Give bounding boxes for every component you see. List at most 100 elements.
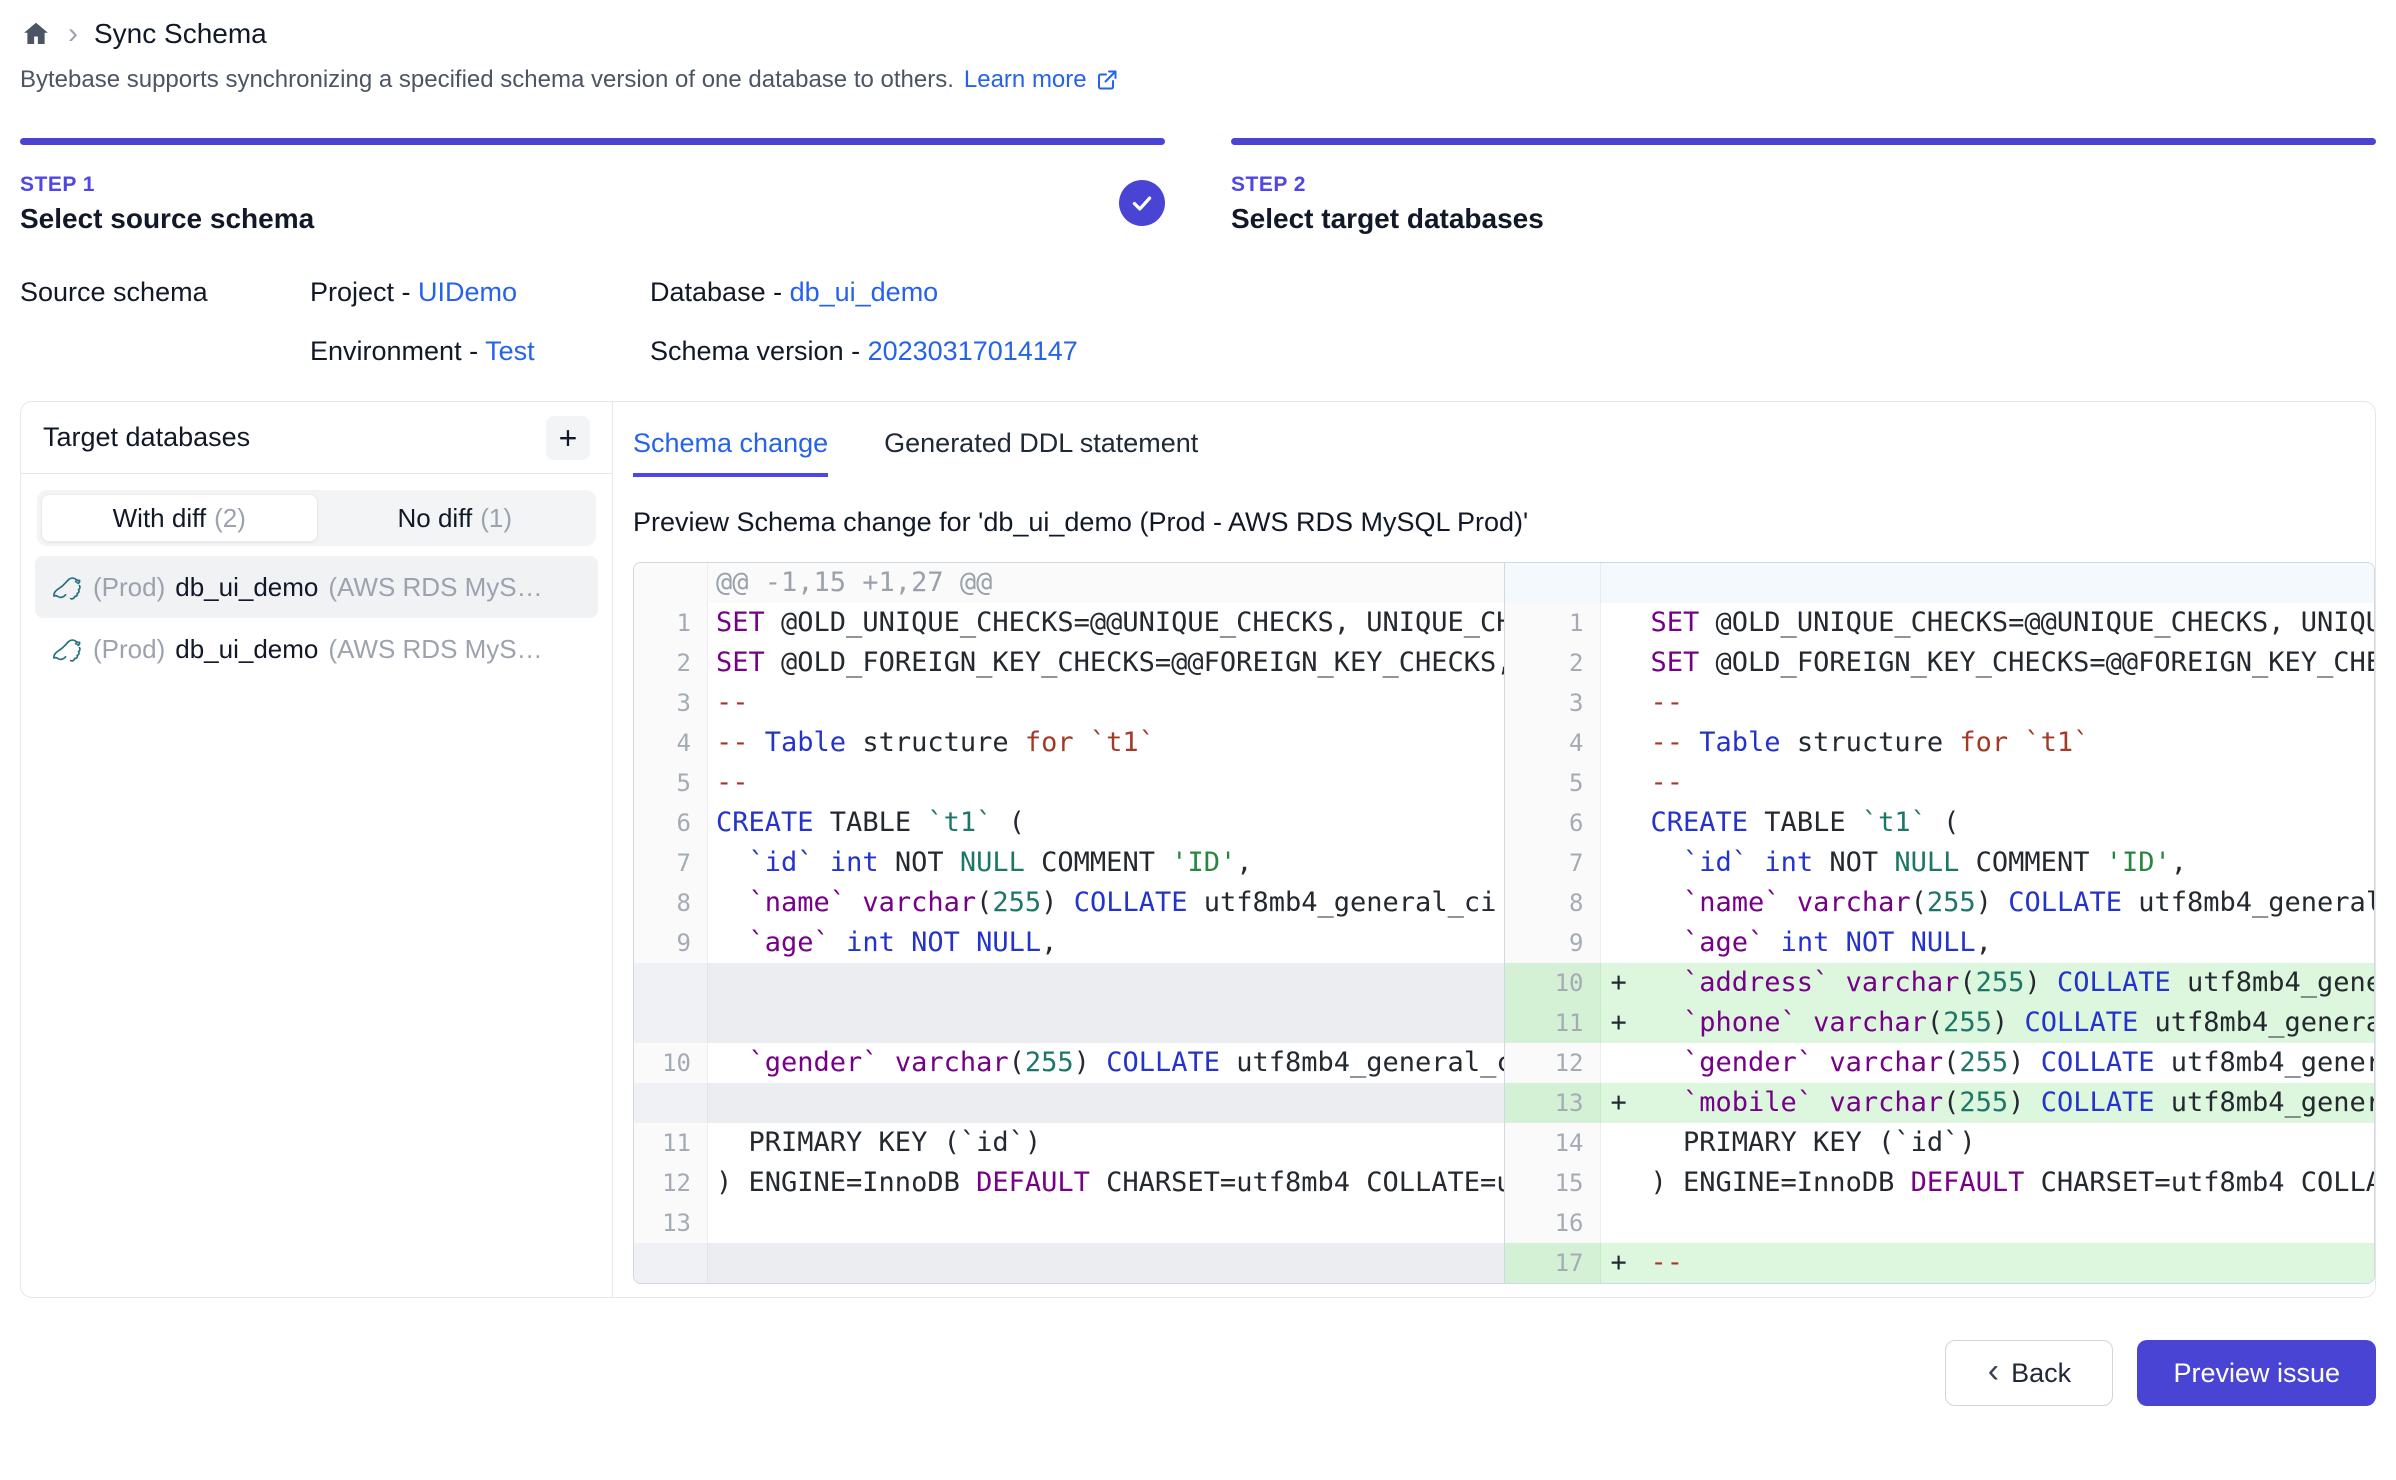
diff-add-marker: + — [1601, 1083, 1643, 1123]
line-number: 5 — [1505, 763, 1601, 803]
diff-row-source: 11 PRIMARY KEY (`id`) — [634, 1123, 1504, 1163]
code-line: `name` varchar(255) COLLATE utf8mb4_gene… — [1643, 883, 2375, 923]
source-schema-summary: Source schema Project - UIDemo Database … — [20, 277, 2376, 367]
database-name: db_ui_demo — [175, 572, 318, 603]
line-number: 9 — [1505, 923, 1601, 963]
page-description: Bytebase supports synchronizing a specif… — [20, 66, 2376, 94]
diff-row-target: 17+-- — [1505, 1243, 2375, 1283]
database-name: db_ui_demo — [175, 634, 318, 665]
target-database-item[interactable]: (Prod) db_ui_demo (AWS RDS MyS… — [35, 618, 598, 680]
source-field-environment: Environment - Test — [310, 336, 650, 367]
line-number: 11 — [634, 1123, 708, 1163]
diff-add-marker — [1601, 803, 1643, 843]
diff-pane-target: 1 SET @OLD_UNIQUE_CHECKS=@@UNIQUE_CHECKS,… — [1505, 563, 2375, 1283]
code-line: `age` int NOT NULL, — [1643, 923, 2375, 963]
line-number: 16 — [1505, 1203, 1601, 1243]
line-number — [1505, 563, 1601, 603]
line-number: 8 — [1505, 883, 1601, 923]
diff-row-source: 12) ENGINE=InnoDB DEFAULT CHARSET=utf8mb… — [634, 1163, 1504, 1203]
code-line: CREATE TABLE `t1` ( — [708, 803, 1504, 843]
line-number: 6 — [1505, 803, 1601, 843]
learn-more-link[interactable]: Learn more — [964, 66, 1119, 94]
diff-add-marker — [1601, 723, 1643, 763]
line-number: 4 — [634, 723, 708, 763]
step-2-title: Select target databases — [1231, 203, 2376, 235]
code-line: `id` int NOT NULL COMMENT 'ID', — [1643, 843, 2375, 883]
diff-row-target: 15) ENGINE=InnoDB DEFAULT CHARSET=utf8mb… — [1505, 1163, 2375, 1203]
diff-add-marker — [1601, 923, 1643, 963]
code-line: ) ENGINE=InnoDB DEFAULT CHARSET=utf8mb4 … — [1643, 1163, 2375, 1203]
preview-issue-button[interactable]: Preview issue — [2137, 1340, 2376, 1406]
breadcrumb: › Sync Schema — [20, 12, 2376, 56]
line-number: 1 — [1505, 603, 1601, 643]
code-line — [708, 1083, 1504, 1123]
line-number: 1 — [634, 603, 708, 643]
page-title: Sync Schema — [94, 18, 267, 50]
diff-row-source: 10 `gender` varchar(255) COLLATE utf8mb4… — [634, 1043, 1504, 1083]
line-number: 2 — [634, 643, 708, 683]
diff-row-target: 16 — [1505, 1203, 2375, 1243]
diff-row-target: 11+ `phone` varchar(255) COLLATE utf8mb4… — [1505, 1003, 2375, 1043]
target-database-item[interactable]: (Prod) db_ui_demo (AWS RDS MyS… — [35, 556, 598, 618]
add-target-database-button[interactable]: + — [546, 416, 590, 460]
schema-version-link[interactable]: 20230317014147 — [868, 336, 1078, 366]
diff-row-target: 8 `name` varchar(255) COLLATE utf8mb4_ge… — [1505, 883, 2375, 923]
stepper: STEP 1 Select source schema STEP 2 Selec… — [20, 138, 2376, 235]
line-number: 7 — [634, 843, 708, 883]
line-number: 11 — [1505, 1003, 1601, 1043]
footer-actions: ‹ Back Preview issue — [20, 1340, 2376, 1406]
tab-generated-ddl[interactable]: Generated DDL statement — [884, 428, 1198, 477]
source-field-project: Project - UIDemo — [310, 277, 650, 308]
code-line: CREATE TABLE `t1` ( — [1643, 803, 2375, 843]
target-databases-header: Target databases + — [21, 402, 612, 474]
step-1-label: STEP 1 — [20, 173, 1165, 197]
code-line: SET @OLD_UNIQUE_CHECKS=@@UNIQUE_CHECKS, … — [1643, 603, 2375, 643]
diff-row-source: 6CREATE TABLE `t1` ( — [634, 803, 1504, 843]
step-1-title: Select source schema — [20, 203, 1165, 235]
tab-no-diff[interactable]: No diff(1) — [318, 494, 593, 542]
code-line: @@ -1,15 +1,27 @@ — [708, 563, 1504, 603]
line-number: 13 — [634, 1203, 708, 1243]
database-link[interactable]: db_ui_demo — [790, 277, 939, 307]
line-number: 9 — [634, 923, 708, 963]
line-number: 13 — [1505, 1083, 1601, 1123]
tab-schema-change[interactable]: Schema change — [633, 428, 828, 477]
code-line — [708, 1243, 1504, 1283]
diff-add-marker — [1601, 683, 1643, 723]
preview-title: Preview Schema change for 'db_ui_demo (P… — [633, 507, 2375, 538]
diff-add-marker — [1601, 643, 1643, 683]
code-line: `age` int NOT NULL, — [708, 923, 1504, 963]
line-number: 2 — [1505, 643, 1601, 683]
diff-row-source: 13 — [634, 1203, 1504, 1243]
line-number — [634, 1083, 708, 1123]
step-1: STEP 1 Select source schema — [20, 138, 1165, 235]
diff-row-target: 13+ `mobile` varchar(255) COLLATE utf8mb… — [1505, 1083, 2375, 1123]
home-icon[interactable] — [20, 18, 52, 50]
target-databases-title: Target databases — [43, 422, 546, 453]
diff-row-target: 12 `gender` varchar(255) COLLATE utf8mb4… — [1505, 1043, 2375, 1083]
tab-with-diff[interactable]: With diff(2) — [41, 494, 318, 542]
step-1-progress-bar — [20, 138, 1165, 145]
diff-row-source: @@ -1,15 +1,27 @@ — [634, 563, 1504, 603]
line-number: 12 — [1505, 1043, 1601, 1083]
code-line: -- — [708, 763, 1504, 803]
diff-row-target: 9 `age` int NOT NULL, — [1505, 923, 2375, 963]
code-line: -- — [1643, 1243, 2375, 1283]
code-line: `name` varchar(255) COLLATE utf8mb4_gene… — [708, 883, 1504, 923]
code-line: PRIMARY KEY (`id`) — [1643, 1123, 2375, 1163]
diff-add-marker — [1601, 883, 1643, 923]
source-schema-label: Source schema — [20, 277, 310, 308]
step-2-label: STEP 2 — [1231, 173, 2376, 197]
project-link[interactable]: UIDemo — [418, 277, 517, 307]
diff-row-target: 10+ `address` varchar(255) COLLATE utf8m… — [1505, 963, 2375, 1003]
diff-add-marker — [1601, 1203, 1643, 1243]
back-button[interactable]: ‹ Back — [1945, 1340, 2113, 1406]
plus-icon: + — [559, 420, 578, 456]
line-number: 6 — [634, 803, 708, 843]
diff-pane-source: @@ -1,15 +1,27 @@1SET @OLD_UNIQUE_CHECKS… — [634, 563, 1505, 1283]
line-number: 14 — [1505, 1123, 1601, 1163]
environment-link[interactable]: Test — [485, 336, 535, 366]
diff-add-marker — [1601, 1163, 1643, 1203]
diff-row-source — [634, 1003, 1504, 1043]
chevron-right-icon: › — [68, 19, 78, 49]
